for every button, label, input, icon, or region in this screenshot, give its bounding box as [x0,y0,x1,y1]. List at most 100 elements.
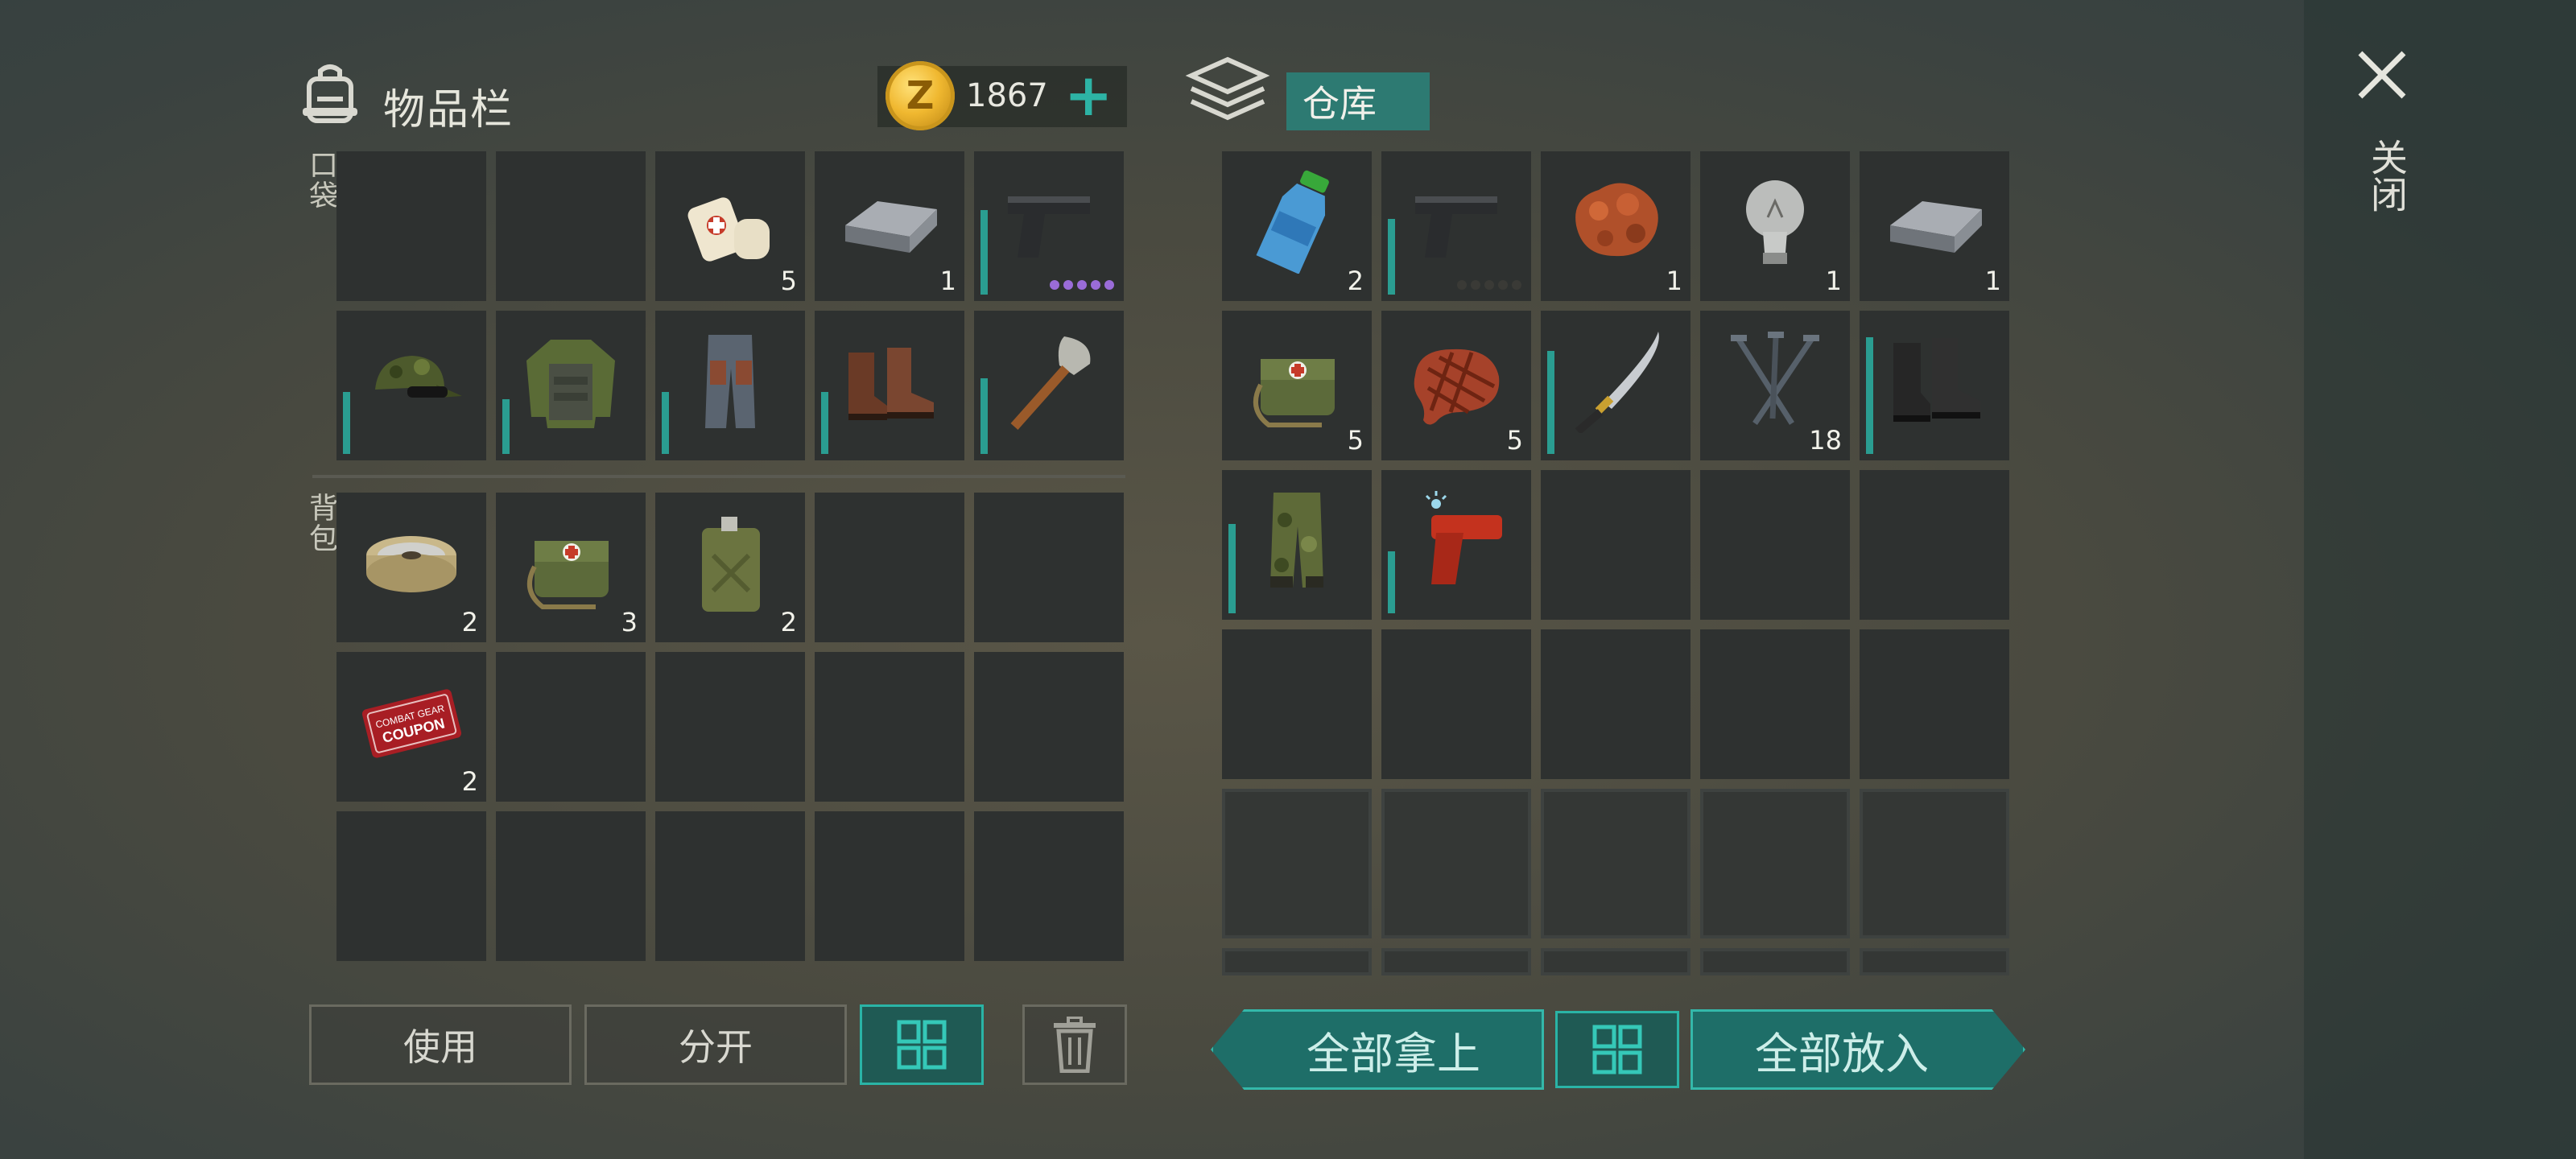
inventory-slot-empty[interactable] [974,652,1124,802]
inventory-slot-empty[interactable] [1700,629,1850,779]
boots-icon [837,328,942,433]
inventory-slot[interactable] [1860,311,2009,460]
flare-gun-icon [1404,488,1509,592]
delete-button[interactable] [1022,1004,1127,1085]
pistol-icon [1404,169,1509,274]
ammo-dots [1457,280,1521,290]
backpack-label: 背包 [304,493,337,554]
inventory-slot[interactable]: 5 [1381,311,1531,460]
jerrycan-icon [678,510,782,615]
inventory-slot-empty[interactable] [1541,629,1690,779]
close-icon[interactable] [2354,47,2410,103]
close-label[interactable]: 关闭 [2360,138,2413,212]
item-count: 5 [780,266,797,296]
inventory-slot[interactable]: 1 [1541,151,1690,301]
inventory-slot-empty[interactable] [815,811,964,961]
item-count: 2 [461,766,478,797]
medkit-bag-icon [1245,328,1349,433]
combat-gear-coupon-icon: COMBAT GEAR COUPON [359,670,464,774]
durability-bar [980,378,988,454]
inventory-slot-empty[interactable] [974,493,1124,642]
section-divider [312,475,1125,478]
inventory-slot[interactable]: 2 [336,493,486,642]
durability-bar [502,399,510,454]
split-button[interactable]: 分开 [584,1004,847,1085]
backpack-icon [296,60,364,127]
inventory-slot[interactable]: 18 [1700,311,1850,460]
inventory-slot-empty[interactable] [815,493,964,642]
coin-count: 1867 [966,77,1048,114]
inventory-slot[interactable]: COMBAT GEAR COUPON 2 [336,652,486,802]
durability-bar [1866,337,1873,454]
put-all-button[interactable]: 全部放入 [1690,1009,2025,1090]
inventory-slot[interactable]: 1 [1860,151,2009,301]
grid-sort-icon [897,1020,947,1070]
inventory-slot[interactable] [336,311,486,460]
steak-icon [1404,328,1509,433]
inventory-slot[interactable]: 3 [496,493,646,642]
copper-ore-icon [1563,169,1668,274]
locked-slot [1541,948,1690,975]
inventory-slot-empty[interactable] [496,811,646,961]
inventory-slot[interactable] [496,311,646,460]
inventory-slot[interactable]: 2 [1222,151,1372,301]
ammo-dots [1050,280,1114,290]
inventory-slot-empty[interactable] [655,811,805,961]
durability-bar [1388,551,1395,613]
light-bulb-icon [1723,169,1827,274]
item-count: 2 [461,607,478,637]
bandage-icon [678,169,782,274]
put-all-label: 全部放入 [1755,1028,1929,1079]
inventory-slot-empty[interactable] [815,652,964,802]
pants-icon [678,328,782,433]
inventory-slot-empty[interactable] [1700,470,1850,620]
medkit-bag-icon [518,510,623,615]
water-bottle-icon [1245,169,1349,274]
wire-spool-icon [359,510,464,615]
use-button[interactable]: 使用 [309,1004,572,1085]
shovel-icon [997,328,1101,433]
item-count: 2 [780,607,797,637]
take-all-label: 全部拿上 [1307,1028,1480,1079]
inventory-slot[interactable]: 1 [815,151,964,301]
inventory-slot-empty[interactable] [655,652,805,802]
inventory-slot[interactable] [815,311,964,460]
inventory-slot-empty[interactable] [1860,629,2009,779]
inventory-slot-empty[interactable] [496,151,646,301]
inventory-slot[interactable] [974,311,1124,460]
storage-sort-button[interactable] [1555,1011,1679,1088]
tab-storage[interactable]: 仓库 [1286,72,1430,130]
item-count: 5 [1347,425,1364,456]
item-count: 2 [1347,266,1364,296]
item-count: 1 [939,266,956,296]
inventory-slot[interactable] [974,151,1124,301]
take-all-button[interactable]: 全部拿上 [1211,1009,1544,1090]
inventory-slot[interactable]: 2 [655,493,805,642]
black-boots-icon [1882,328,1987,433]
inventory-slot-empty[interactable] [336,151,486,301]
inventory-slot[interactable] [1222,470,1372,620]
inventory-slot[interactable] [1381,151,1531,301]
inventory-slot-empty[interactable] [1222,629,1372,779]
pistol-icon [997,169,1101,274]
sort-button[interactable] [860,1004,984,1085]
inventory-title: 物品栏 [383,86,514,134]
inventory-slot-empty[interactable] [974,811,1124,961]
inventory-slot-empty[interactable] [1541,470,1690,620]
nails-icon [1723,328,1827,433]
inventory-slot[interactable]: 5 [655,151,805,301]
inventory-slot-empty[interactable] [1860,470,2009,620]
item-count: 1 [1666,266,1682,296]
inventory-slot[interactable]: 5 [1222,311,1372,460]
inventory-slot[interactable] [1541,311,1690,460]
durability-bar [821,392,828,454]
inventory-slot[interactable] [655,311,805,460]
inventory-slot-empty[interactable] [496,652,646,802]
inventory-slot-empty[interactable] [1381,629,1531,779]
inventory-slot-empty[interactable] [336,811,486,961]
inventory-slot[interactable] [1381,470,1531,620]
locked-slot [1222,948,1372,975]
camo-jacket-icon [518,328,623,433]
add-coins-button[interactable]: + [1064,66,1113,124]
inventory-slot[interactable]: 1 [1700,151,1850,301]
